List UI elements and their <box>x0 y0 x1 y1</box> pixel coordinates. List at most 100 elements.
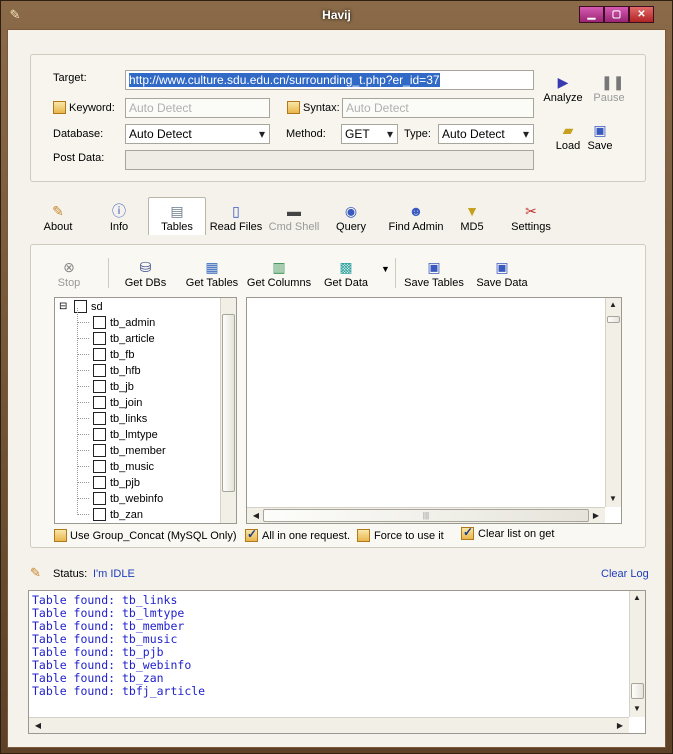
window-title: Havij <box>322 8 351 22</box>
method-select[interactable]: GET <box>341 124 398 144</box>
tree-item-label: tb_jb <box>110 381 134 393</box>
get-columns-button[interactable]: ▥ Get Columns <box>246 259 312 289</box>
toolbar-separator <box>108 258 109 288</box>
tree-item-checkbox[interactable] <box>93 460 106 473</box>
tab-md5[interactable]: ▼ MD5 <box>452 203 492 233</box>
get-tables-button[interactable]: ▦ Get Tables <box>182 259 242 289</box>
users-icon: ☻ <box>408 203 424 219</box>
tab-query[interactable]: ◉ Query <box>328 203 374 233</box>
status-label: Status: <box>53 568 88 580</box>
tree-item-checkbox[interactable] <box>93 428 106 441</box>
info-icon: ⓘ <box>112 203 126 219</box>
get-data-dropdown-icon[interactable]: ▼ <box>381 264 390 274</box>
data-hscroll-thumb[interactable]: ||| <box>263 509 589 522</box>
log-box[interactable]: Table found: tb_links Table found: tb_lmt… <box>28 590 646 734</box>
log-scroll-left-icon[interactable]: ◀ <box>31 721 45 730</box>
tree-item-label: tb_admin <box>110 317 156 329</box>
post-data-input[interactable] <box>125 150 534 170</box>
tree-item-checkbox[interactable] <box>93 396 106 409</box>
collapse-icon[interactable]: ⊟ <box>59 300 67 314</box>
tree-connector <box>77 372 89 387</box>
tab-settings[interactable]: ✂ Settings <box>503 203 559 233</box>
all-in-one-checkbox[interactable] <box>245 527 258 542</box>
tree-item-label: tb_article <box>110 333 155 345</box>
data-hscrollbar[interactable]: ◀ ||| ▶ <box>247 507 605 523</box>
get-dbs-label: Get DBs <box>124 277 167 289</box>
close-button[interactable]: ✕ <box>629 6 654 23</box>
log-vscrollbar[interactable]: ▲ ▼ <box>629 591 645 717</box>
load-button[interactable]: ▰ Load <box>551 122 585 152</box>
get-data-button[interactable]: ▩ Get Data <box>320 259 372 289</box>
type-select[interactable]: Auto Detect <box>438 124 534 144</box>
log-scroll-down-icon[interactable]: ▼ <box>630 704 644 713</box>
analyze-button[interactable]: ▶ Analyze <box>541 74 585 104</box>
tree-connector <box>77 468 89 483</box>
tree-item-checkbox[interactable] <box>93 348 106 361</box>
save-tables-label: Save Tables <box>404 277 464 289</box>
window-controls: ▁ ▢ ✕ <box>579 6 654 23</box>
floppy-icon: ▣ <box>427 259 441 275</box>
brush-icon: ✎ <box>52 203 64 219</box>
save-data-button[interactable]: ▣ Save Data <box>472 259 532 289</box>
scroll-left-icon[interactable]: ◀ <box>249 511 263 520</box>
tree-connector <box>77 324 89 339</box>
keyword-checkbox[interactable] <box>53 101 66 114</box>
save-button[interactable]: ▣ Save <box>585 122 615 152</box>
tree-item-checkbox[interactable] <box>93 316 106 329</box>
tree-item-checkbox[interactable] <box>93 412 106 425</box>
tab-label: Settings <box>511 221 551 233</box>
tree-item-checkbox[interactable] <box>93 508 106 521</box>
save-tables-button[interactable]: ▣ Save Tables <box>402 259 466 289</box>
tree-item-checkbox[interactable] <box>93 492 106 505</box>
tab-info[interactable]: ⓘ Info <box>99 203 139 233</box>
tree-item-checkbox[interactable] <box>93 332 106 345</box>
tab-find-admin[interactable]: ☻ Find Admin <box>382 203 450 233</box>
data-vscroll-thumb[interactable] <box>607 316 620 323</box>
tab-cmd-shell[interactable]: ▬ Cmd Shell <box>266 203 322 233</box>
title-bar[interactable]: ✎ Havij ▁ ▢ ✕ <box>1 1 672 29</box>
tree-item-checkbox[interactable] <box>93 444 106 457</box>
group-concat-checkbox[interactable] <box>54 529 67 542</box>
data-list[interactable]: ▲ ▼ ◀ ||| ▶ <box>246 297 622 524</box>
data-icon: ▩ <box>339 259 353 275</box>
target-url-input[interactable]: http://www.culture.sdu.edu.cn/surroundin… <box>125 70 534 90</box>
pause-button[interactable]: ❚❚ Pause <box>589 74 629 104</box>
tab-read-files[interactable]: ▯ Read Files <box>206 203 266 233</box>
scroll-right-icon[interactable]: ▶ <box>589 511 603 520</box>
tree-connector <box>77 452 89 467</box>
clear-log-link[interactable]: Clear Log <box>601 568 649 580</box>
tree-item-checkbox[interactable] <box>93 476 106 489</box>
stop-label: Stop <box>57 277 81 289</box>
tables-tree[interactable]: ⊟ sd tb_admin tb_article tb_fb tb_hfb tb_jb tb_… <box>54 297 237 524</box>
tab-about[interactable]: ✎ About <box>38 203 78 233</box>
analyze-label: Analyze <box>543 92 583 104</box>
syntax-checkbox[interactable] <box>287 101 300 114</box>
log-vscroll-thumb[interactable] <box>631 683 644 699</box>
stop-button[interactable]: ⊗ Stop <box>50 259 88 289</box>
database-select[interactable]: Auto Detect <box>125 124 270 144</box>
minimize-button[interactable]: ▁ <box>579 6 604 23</box>
tree-scrollbar[interactable] <box>220 298 236 523</box>
scroll-up-icon[interactable]: ▲ <box>606 300 620 309</box>
tree-scroll-thumb[interactable] <box>222 314 235 492</box>
load-label: Load <box>555 140 581 152</box>
database-icon: ⛁ <box>139 259 152 275</box>
tree-connector <box>77 356 89 371</box>
log-scroll-right-icon[interactable]: ▶ <box>613 721 627 730</box>
tree-connector <box>77 436 89 451</box>
tree-item-checkbox[interactable] <box>93 380 106 393</box>
tree-connector <box>77 340 89 355</box>
log-hscrollbar[interactable]: ◀ ▶ <box>29 717 629 733</box>
syntax-input[interactable]: Auto Detect <box>342 98 534 118</box>
maximize-button[interactable]: ▢ <box>604 6 629 23</box>
funnel-icon: ▼ <box>465 203 479 219</box>
keyword-input[interactable]: Auto Detect <box>125 98 270 118</box>
tab-tables[interactable]: ▤ Tables <box>149 203 205 233</box>
data-vscrollbar[interactable]: ▲ ▼ <box>605 298 621 507</box>
force-checkbox[interactable] <box>357 529 370 542</box>
get-dbs-button[interactable]: ⛁ Get DBs <box>118 259 173 289</box>
tree-item-checkbox[interactable] <box>93 364 106 377</box>
scroll-down-icon[interactable]: ▼ <box>606 494 620 503</box>
clear-list-checkbox[interactable] <box>461 525 474 540</box>
log-scroll-up-icon[interactable]: ▲ <box>630 593 644 602</box>
